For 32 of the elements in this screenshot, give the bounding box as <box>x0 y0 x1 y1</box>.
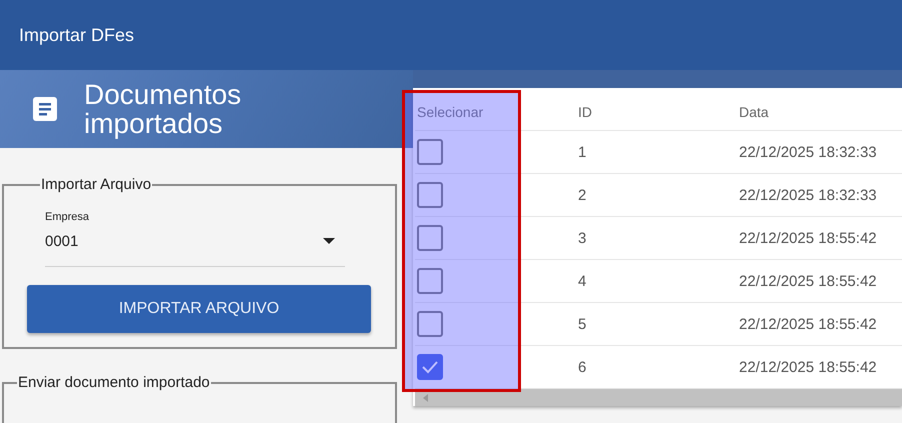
column-header: Data <box>738 104 769 120</box>
table-cell-text: 2 <box>577 186 588 204</box>
table-cell-text: 5 <box>577 316 588 332</box>
fieldset-legend: Enviar documento importado <box>17 374 211 391</box>
table-cell-text: 1 <box>577 144 588 160</box>
checkbox[interactable] <box>417 225 443 251</box>
checkbox[interactable] <box>417 268 443 294</box>
checkmark-icon <box>421 360 439 374</box>
page-title: Documentos importados <box>84 80 242 138</box>
horizontal-scrollbar[interactable] <box>415 389 902 406</box>
caret-icon <box>323 238 335 244</box>
left-arrow-icon[interactable] <box>423 394 428 402</box>
table-cell-text: 22/12/2025 18:55:42 <box>738 272 877 290</box>
table-cell-text: 22/12/2025 18:55:42 <box>738 316 877 332</box>
column-header: ID <box>577 104 593 120</box>
checkbox[interactable] <box>417 311 443 337</box>
app-title: Importar DFes <box>19 24 134 46</box>
checkbox[interactable] <box>417 139 443 165</box>
table-cell-text: 22/12/2025 18:32:33 <box>738 144 877 160</box>
table-cell-text: 6 <box>577 358 588 376</box>
column-header: Selecionar <box>416 104 484 120</box>
table-cell-text: 3 <box>577 230 588 246</box>
table-cell-text: 22/12/2025 18:55:42 <box>738 230 877 246</box>
table-cell-text: 22/12/2025 18:55:42 <box>738 358 877 376</box>
table-cell-text: 22/12/2025 18:32:33 <box>738 186 877 204</box>
checkbox[interactable] <box>417 354 443 380</box>
fieldset-legend: Importar Arquivo <box>40 176 152 193</box>
checkbox[interactable] <box>417 182 443 208</box>
table-cell-text: 4 <box>577 272 588 290</box>
document-icon <box>33 97 57 121</box>
import-button[interactable]: IMPORTAR ARQUIVO <box>27 285 371 333</box>
company-select[interactable]: Empresa 0001 <box>45 209 345 267</box>
